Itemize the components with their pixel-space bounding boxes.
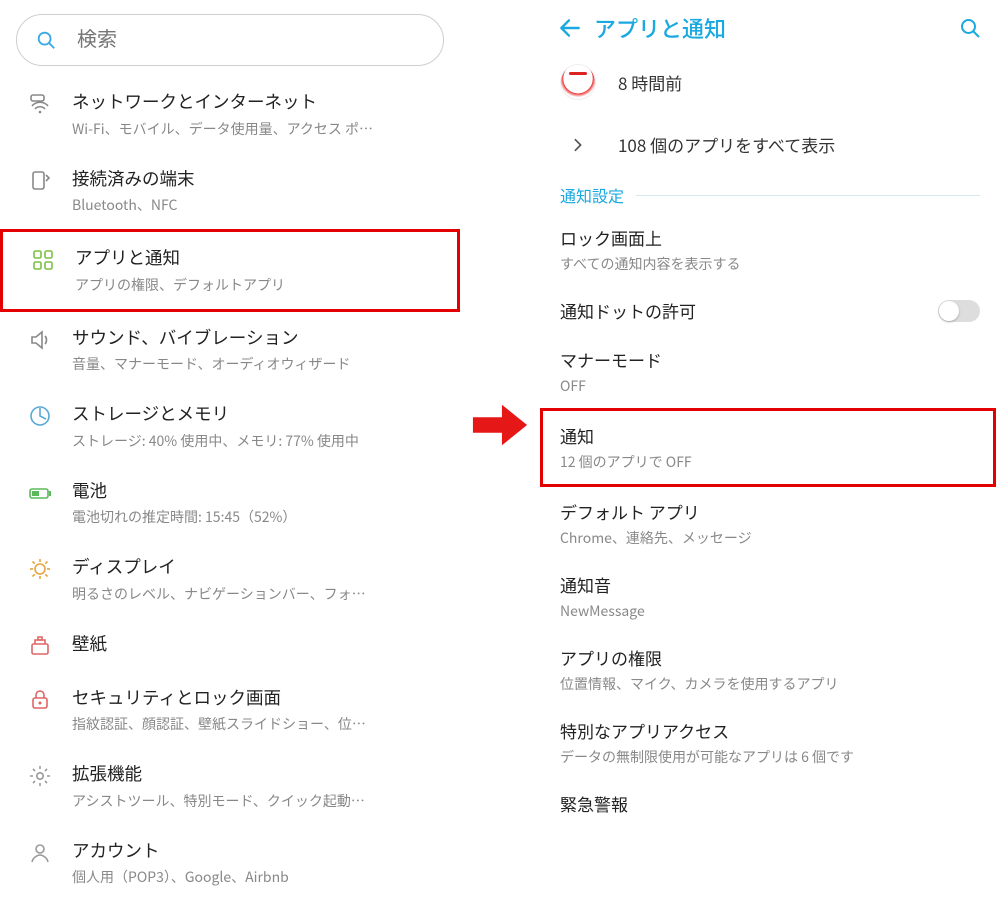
show-all-apps[interactable]: 108 個のアプリをすべて表示 (540, 118, 1000, 177)
pref-sub: NewMessage (560, 601, 980, 621)
search-button[interactable] (950, 16, 990, 40)
pref-default-apps[interactable]: デフォルト アプリ Chrome、連絡先、メッセージ (540, 487, 1000, 560)
show-all-label: 108 個のアプリをすべて表示 (618, 132, 835, 157)
row-title: ストレージとメモリ (72, 402, 444, 427)
row-sub: 音量、マナーモード、オーディオウィザード (72, 354, 444, 374)
wallpaper-icon (20, 634, 60, 658)
pref-emergency[interactable]: 緊急警報 (540, 779, 1000, 828)
arrow-icon (470, 400, 530, 450)
section-label-text: 通知設定 (560, 183, 624, 207)
row-sub: ストレージ: 40% 使用中、メモリ: 77% 使用中 (72, 431, 444, 451)
pref-sub: Chrome、連絡先、メッセージ (560, 528, 980, 548)
pref-title: マナーモード (560, 347, 980, 372)
pref-title: 通知 (560, 423, 973, 448)
settings-row-storage[interactable]: ストレージとメモリ ストレージ: 40% 使用中、メモリ: 77% 使用中 (0, 388, 460, 465)
row-title: サウンド、バイブレーション (72, 326, 444, 351)
row-sub: 電池切れの推定時間: 15:45（52%） (72, 507, 444, 527)
connected-icon (20, 169, 60, 193)
apps-notifications-panel: アプリと通知 8 時間前 108 個のアプリをすべて表示 通知設定 ロック画面上… (540, 0, 1000, 893)
toggle-switch[interactable] (938, 300, 980, 322)
pref-notification-dot[interactable]: 通知ドットの許可 (540, 286, 1000, 335)
row-sub: Bluetooth、NFC (72, 195, 444, 215)
pref-lock-screen[interactable]: ロック画面上 すべての通知内容を表示する (540, 213, 1000, 286)
pref-sub: 12 個のアプリで OFF (560, 452, 973, 472)
settings-row-apps[interactable]: アプリと通知 アプリの権限、デフォルトアプリ (0, 229, 460, 312)
row-sub: アシストツール、特別モード、クイック起動… (72, 791, 444, 811)
search-icon (35, 29, 57, 51)
display-icon (20, 557, 60, 581)
row-title: ディスプレイ (72, 555, 444, 580)
pref-sub: OFF (560, 376, 980, 396)
row-title: 接続済みの端末 (72, 167, 444, 192)
pref-sub: データの無制限使用が可能なアプリは 6 個です (560, 747, 980, 767)
section-notification-settings: 通知設定 (540, 183, 1000, 207)
pref-title: 通知音 (560, 572, 980, 597)
pref-title: アプリの権限 (560, 645, 980, 670)
pref-title: ロック画面上 (560, 225, 980, 250)
row-title: アカウント (72, 839, 444, 864)
pref-title: 緊急警報 (560, 791, 980, 816)
divider (636, 195, 980, 196)
app-icon (560, 64, 596, 100)
settings-row-connected[interactable]: 接続済みの端末 Bluetooth、NFC (0, 153, 460, 230)
row-sub: アプリの権限、デフォルトアプリ (75, 275, 441, 295)
search-box[interactable] (16, 14, 444, 66)
pref-sub: 位置情報、マイク、カメラを使用するアプリ (560, 674, 980, 694)
row-title: ネットワークとインターネット (72, 90, 444, 115)
pref-sub: すべての通知内容を表示する (560, 254, 980, 274)
settings-row-extension[interactable]: 拡張機能 アシストツール、特別モード、クイック起動… (0, 748, 460, 825)
gear-icon (20, 764, 60, 788)
pref-notification-sound[interactable]: 通知音 NewMessage (540, 560, 1000, 633)
settings-row-wallpaper[interactable]: 壁紙 (0, 618, 460, 672)
row-sub: 個人用（POP3）、Google、Airbnb (72, 867, 444, 887)
settings-row-account[interactable]: アカウント 個人用（POP3）、Google、Airbnb (0, 825, 460, 901)
pref-title: 特別なアプリアクセス (560, 718, 980, 743)
pref-title: デフォルト アプリ (560, 499, 980, 524)
pref-app-permissions[interactable]: アプリの権限 位置情報、マイク、カメラを使用するアプリ (540, 633, 1000, 706)
pref-notifications[interactable]: 通知 12 個のアプリで OFF (540, 408, 996, 487)
pref-special-access[interactable]: 特別なアプリアクセス データの無制限使用が可能なアプリは 6 個です (540, 706, 1000, 779)
header-title: アプリと通知 (594, 12, 950, 44)
settings-row-network[interactable]: ネットワークとインターネット Wi-Fi、モバイル、データ使用量、アクセス ポ… (0, 76, 460, 153)
storage-icon (20, 404, 60, 428)
row-sub: 明るさのレベル、ナビゲーションバー、フォ… (72, 584, 444, 604)
header: アプリと通知 (540, 0, 1000, 56)
sound-icon (20, 328, 60, 352)
settings-row-sound[interactable]: サウンド、バイブレーション 音量、マナーモード、オーディオウィザード (0, 312, 460, 389)
settings-row-security[interactable]: セキュリティとロック画面 指紋認証、顔認証、壁紙スライドショー、位… (0, 672, 460, 749)
chevron-right-icon (560, 137, 596, 153)
settings-row-battery[interactable]: 電池 電池切れの推定時間: 15:45（52%） (0, 465, 460, 542)
recent-time: 8 時間前 (618, 70, 682, 95)
back-button[interactable] (550, 15, 590, 41)
row-title: セキュリティとロック画面 (72, 686, 444, 711)
settings-row-display[interactable]: ディスプレイ 明るさのレベル、ナビゲーションバー、フォ… (0, 541, 460, 618)
apps-icon (23, 248, 63, 272)
row-sub: Wi-Fi、モバイル、データ使用量、アクセス ポ… (72, 119, 444, 139)
pref-title: 通知ドットの許可 (560, 298, 938, 323)
account-icon (20, 841, 60, 865)
pref-manner-mode[interactable]: マナーモード OFF (540, 335, 1000, 408)
row-title: アプリと通知 (75, 246, 441, 271)
recent-app-row[interactable]: 8 時間前 (540, 56, 1000, 118)
network-icon (20, 92, 60, 116)
settings-list: ネットワークとインターネット Wi-Fi、モバイル、データ使用量、アクセス ポ…… (0, 76, 460, 901)
battery-icon (20, 481, 60, 505)
row-sub: 指紋認証、顔認証、壁紙スライドショー、位… (72, 714, 444, 734)
row-title: 拡張機能 (72, 762, 444, 787)
search-input[interactable] (77, 29, 425, 52)
lock-icon (20, 688, 60, 712)
settings-panel: ネットワークとインターネット Wi-Fi、モバイル、データ使用量、アクセス ポ…… (0, 0, 460, 893)
row-title: 壁紙 (72, 632, 444, 657)
row-title: 電池 (72, 479, 444, 504)
